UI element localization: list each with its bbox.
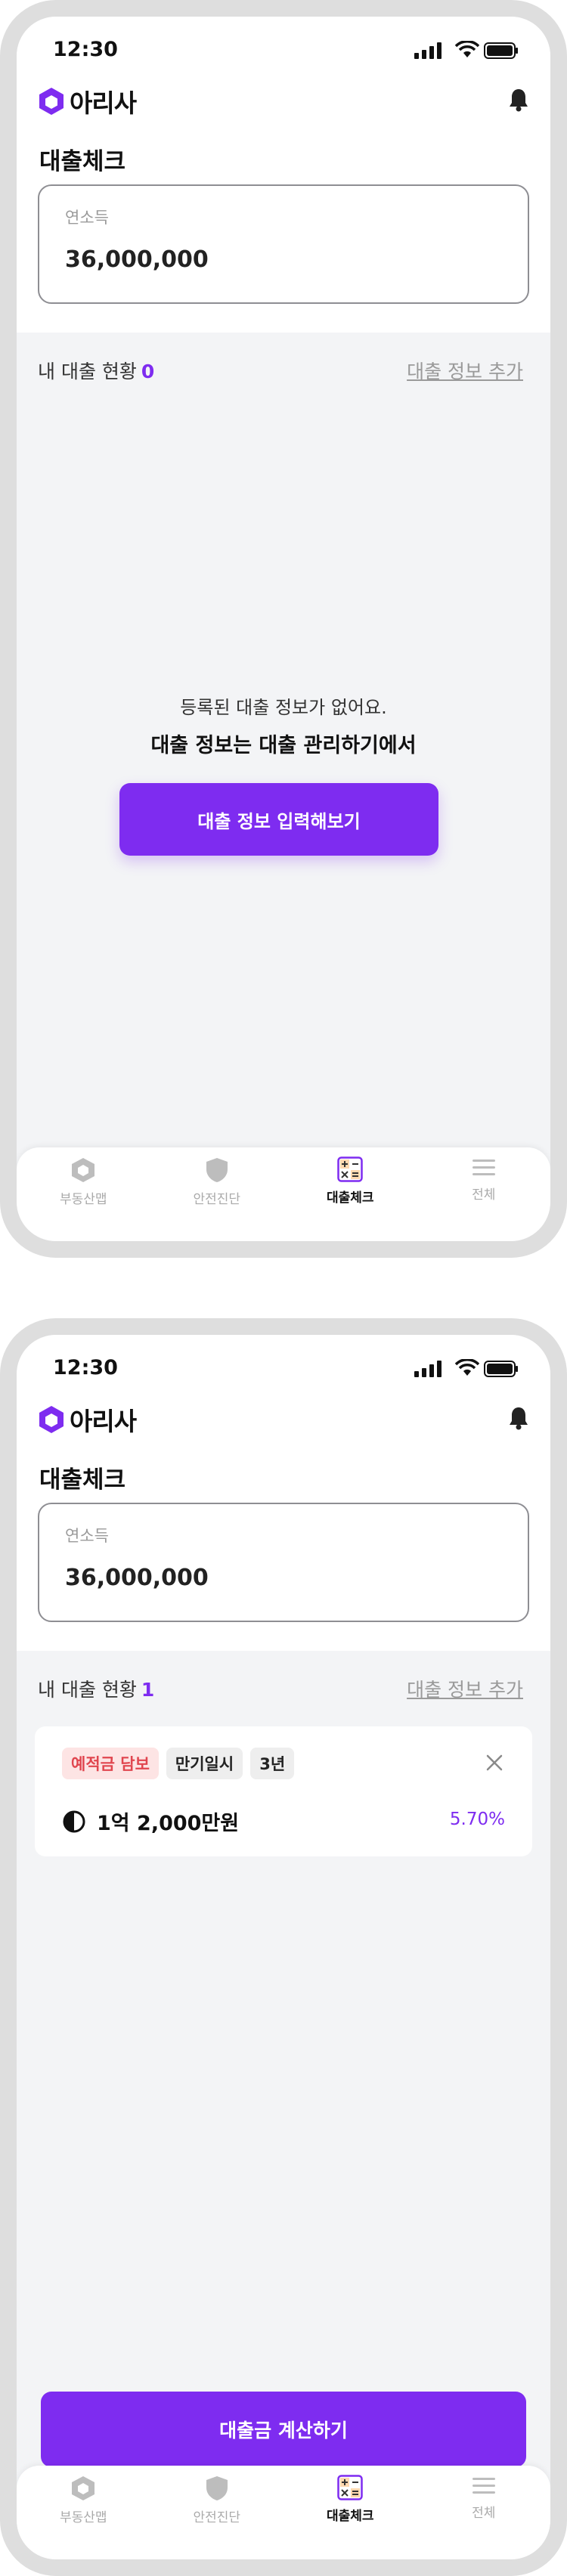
income-value: 36,000,000 [65, 246, 209, 273]
bottom-tab-bar: 부동산맵 안전진단 대출체크 전체 [17, 2466, 550, 2559]
loan-count: 1 [141, 1679, 155, 1701]
brand-name: 아리사 [70, 88, 137, 118]
signal-icon [414, 1361, 442, 1377]
bell-icon[interactable] [508, 1406, 529, 1430]
wifi-icon [455, 1359, 479, 1376]
calculator-icon [337, 2475, 363, 2500]
loan-card[interactable]: 예적금 담보 만기일시 3년 1억 2,000만원 5.70% [35, 1726, 532, 1856]
bottom-tab-bar: 부동산맵 안전진단 대출체크 전체 [17, 1147, 550, 1241]
tab-safety[interactable]: 안전진단 [150, 1147, 284, 1241]
tab-label: 부동산맵 [59, 2510, 107, 2525]
menu-icon [472, 1160, 495, 1175]
status-bar: 12:30 [17, 1335, 550, 1397]
tab-label: 전체 [472, 1187, 496, 1203]
interest-rate: 5.70% [449, 1810, 505, 1829]
cube-icon [72, 2476, 95, 2500]
status-time: 12:30 [53, 38, 118, 61]
brand-logo[interactable]: 아리사 [38, 1401, 137, 1438]
loan-type-chip: 예적금 담보 [62, 1748, 159, 1779]
calculate-loan-button[interactable]: 대출금 계산하기 [41, 2392, 526, 2467]
tab-label: 대출체크 [326, 2509, 374, 2524]
brand-name: 아리사 [70, 1407, 137, 1436]
loan-tags: 예적금 담보 만기일시 3년 [62, 1748, 295, 1779]
income-label: 연소득 [65, 1527, 109, 1545]
income-label: 연소득 [65, 209, 109, 227]
income-value: 36,000,000 [65, 1565, 209, 1591]
empty-hint: 대출 정보는 대출 관리하기에서 [150, 734, 417, 757]
page-title: 대출체크 [39, 148, 126, 175]
tab-label: 안전진단 [193, 1192, 241, 1207]
close-icon[interactable] [485, 1754, 503, 1772]
tab-map[interactable]: 부동산맵 [17, 1147, 150, 1241]
term-chip: 3년 [250, 1748, 295, 1779]
tab-all[interactable]: 전체 [417, 2466, 551, 2559]
tab-all[interactable]: 전체 [417, 1147, 551, 1241]
wifi-icon [455, 41, 479, 57]
battery-icon [484, 1361, 518, 1377]
loan-status-header: 내 대출 현황 1 대출 정보 추가 [17, 1651, 550, 1726]
empty-message: 등록된 대출 정보가 없어요. [180, 697, 387, 718]
signal-icon [414, 42, 442, 59]
menu-icon [472, 2478, 495, 2494]
phone-loan-state: 12:30 아리사 대출체크 연소득 36,000,000 내 대출 현황 1 … [0, 1318, 567, 2576]
status-time: 12:30 [53, 1356, 118, 1379]
bell-icon[interactable] [508, 88, 529, 112]
cube-icon [72, 1158, 95, 1182]
tab-loan-check[interactable]: 대출체크 [284, 1147, 417, 1241]
section-title: 내 대출 현황 [38, 1679, 137, 1701]
repayment-chip: 만기일시 [166, 1748, 243, 1779]
brand-logo[interactable]: 아리사 [38, 83, 137, 119]
enter-loan-button[interactable]: 대출 정보 입력해보기 [119, 783, 438, 856]
calculator-icon [337, 1156, 363, 1182]
income-field[interactable]: 연소득 36,000,000 [38, 184, 529, 304]
tab-label: 안전진단 [193, 2510, 241, 2525]
tab-label: 부동산맵 [59, 1192, 107, 1207]
battery-icon [484, 42, 518, 59]
loan-count: 0 [141, 361, 155, 382]
section-title: 내 대출 현황 [38, 361, 137, 382]
add-loan-link[interactable]: 대출 정보 추가 [407, 357, 523, 384]
phone-empty-state: 12:30 아리사 대출체크 연소득 36,000,000 내 대출 현황 0 … [0, 0, 567, 1258]
tab-loan-check[interactable]: 대출체크 [284, 2466, 417, 2559]
page-title: 대출체크 [39, 1466, 126, 1494]
loan-status-header: 내 대출 현황 0 대출 정보 추가 [17, 333, 550, 408]
header-area: 12:30 아리사 대출체크 연소득 36,000,000 [17, 1335, 550, 1651]
shield-icon [206, 1158, 228, 1182]
app-bar: 아리사 [17, 1397, 550, 1448]
tab-label: 전체 [472, 2506, 496, 2521]
header-area: 12:30 아리사 대출체크 연소득 36,000,000 [17, 17, 550, 333]
tab-label: 대출체크 [326, 1190, 374, 1206]
half-circle-icon [63, 1810, 85, 1832]
logo-icon [39, 88, 64, 115]
income-field[interactable]: 연소득 36,000,000 [38, 1503, 529, 1622]
tab-safety[interactable]: 안전진단 [150, 2466, 284, 2559]
tab-map[interactable]: 부동산맵 [17, 2466, 150, 2559]
add-loan-link[interactable]: 대출 정보 추가 [407, 1675, 523, 1702]
logo-icon [39, 1406, 64, 1433]
shield-icon [206, 2476, 228, 2500]
status-bar: 12:30 [17, 17, 550, 79]
loan-amount-row: 1억 2,000만원 [62, 1807, 239, 1836]
app-bar: 아리사 [17, 79, 550, 130]
loan-amount: 1억 2,000만원 [97, 1812, 240, 1835]
